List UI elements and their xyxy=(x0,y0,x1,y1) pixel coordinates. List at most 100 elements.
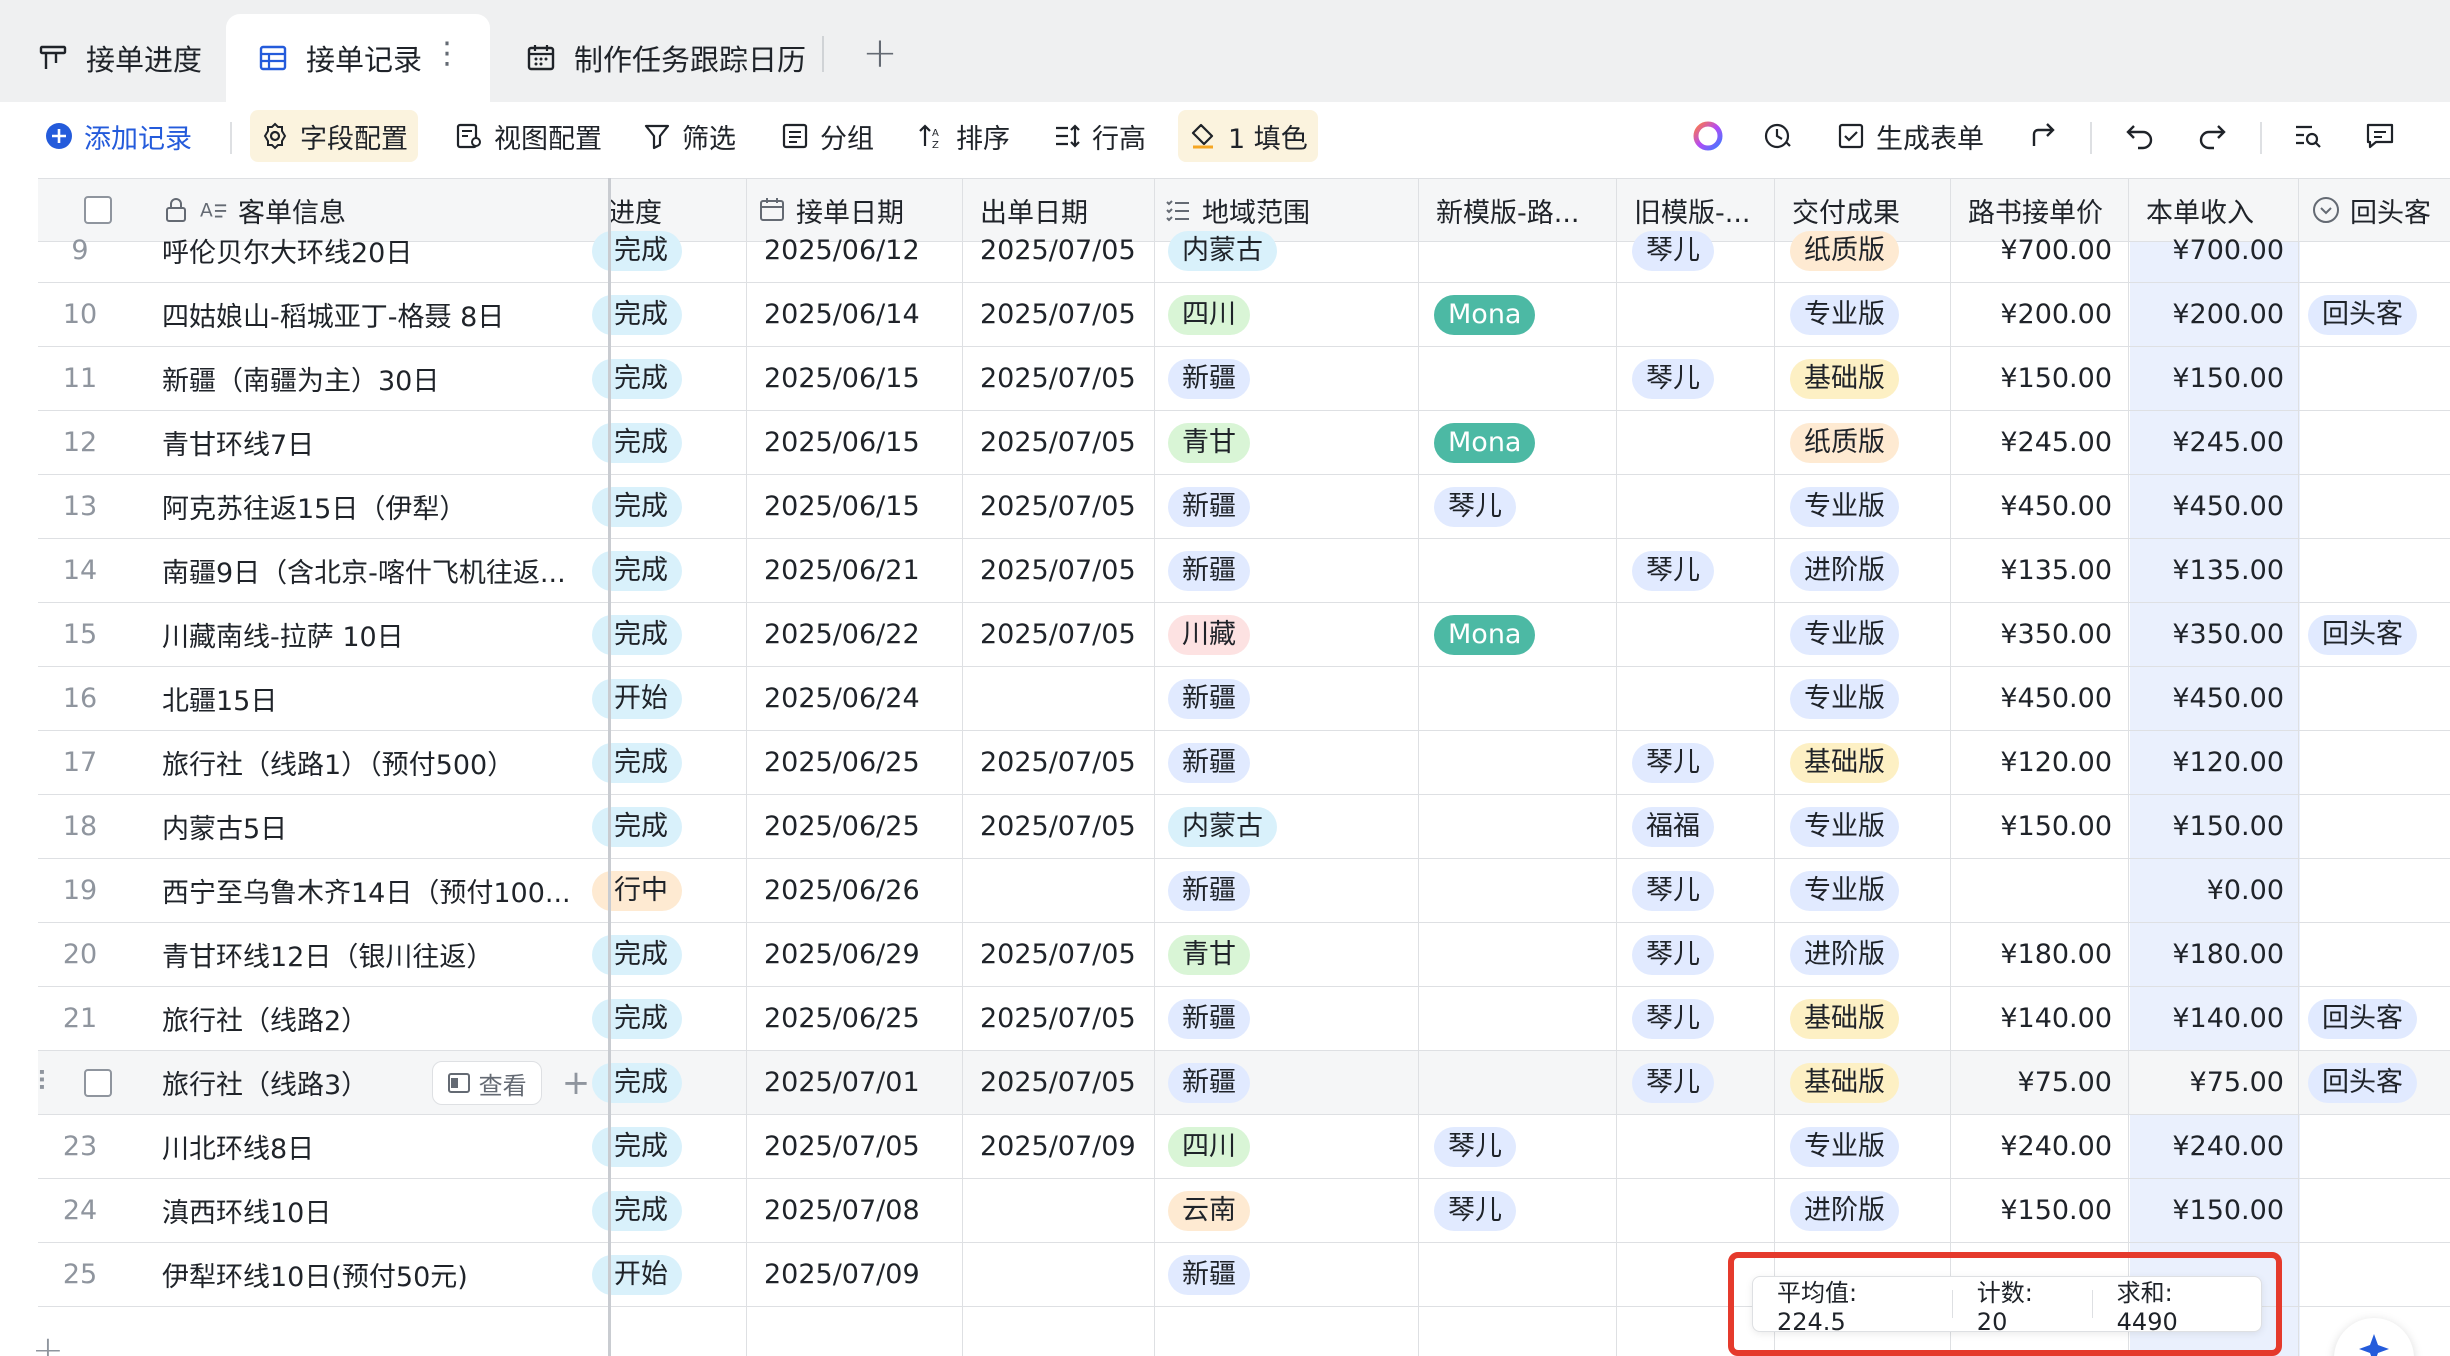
cell-region[interactable]: 新疆 xyxy=(1168,475,1250,538)
cell-unit-price[interactable]: ¥180.00 xyxy=(1950,923,2112,986)
cell-unit-price[interactable]: ¥240.00 xyxy=(1950,1115,2112,1178)
cell-order-date[interactable]: 2025/07/08 xyxy=(764,1179,920,1242)
cell-unit-price[interactable]: ¥135.00 xyxy=(1950,539,2112,602)
cell-region[interactable]: 云南 xyxy=(1168,1179,1250,1242)
cell-ship-date[interactable]: 2025/07/05 xyxy=(980,347,1136,410)
cell-region[interactable]: 新疆 xyxy=(1168,1051,1250,1114)
table-row[interactable]: 18 内蒙古5日 完成 2025/06/25 2025/07/05 内蒙古 福福 专业版 ¥15… xyxy=(38,795,2450,859)
cell-old-template[interactable]: 琴儿 xyxy=(1632,859,1714,922)
cell-customer[interactable]: 川藏南线-拉萨 10日 xyxy=(162,603,612,666)
cell-deliverable[interactable]: 基础版 xyxy=(1790,1051,1899,1114)
cell-unit-price[interactable]: ¥150.00 xyxy=(1950,347,2112,410)
cell-customer[interactable]: 呼伦贝尔大环线20日 xyxy=(162,219,612,282)
cell-unit-price[interactable]: ¥140.00 xyxy=(1950,987,2112,1050)
cell-customer[interactable]: 旅行社（线路3） xyxy=(162,1051,612,1114)
search-records-icon[interactable] xyxy=(2286,114,2330,158)
cell-ship-date[interactable]: 2025/07/09 xyxy=(980,1115,1136,1178)
cell-unit-price[interactable]: ¥150.00 xyxy=(1950,1179,2112,1242)
cell-old-template[interactable]: 琴儿 xyxy=(1632,347,1714,410)
table-row[interactable]: ⠿ 旅行社（线路3） 查看 +完成 2025/07/01 2025/07/05 新疆 琴儿 基… xyxy=(38,1051,2450,1115)
cell-ship-date[interactable]: 2025/07/05 xyxy=(980,1051,1136,1114)
cell-customer[interactable]: 旅行社（线路1）（预付500） xyxy=(162,731,612,794)
comment-icon[interactable] xyxy=(2358,114,2402,158)
cell-old-template[interactable]: 琴儿 xyxy=(1632,1051,1714,1114)
cell-progress[interactable]: 完成 xyxy=(592,1179,744,1242)
cell-old-template[interactable]: 琴儿 xyxy=(1632,539,1714,602)
cell-unit-price[interactable]: ¥450.00 xyxy=(1950,475,2112,538)
view-record-button[interactable]: 查看 xyxy=(432,1061,542,1105)
cell-deliverable[interactable]: 专业版 xyxy=(1790,475,1899,538)
cell-ship-date[interactable]: 2025/07/05 xyxy=(980,475,1136,538)
cell-order-date[interactable]: 2025/06/14 xyxy=(764,283,920,346)
cell-unit-price[interactable]: ¥245.00 xyxy=(1950,411,2112,474)
cell-deliverable[interactable]: 进阶版 xyxy=(1790,923,1899,986)
cell-customer[interactable]: 青甘环线12日（银川往返） xyxy=(162,923,612,986)
row-checkbox[interactable] xyxy=(84,1051,112,1114)
cell-progress[interactable]: 完成 xyxy=(592,411,744,474)
cell-customer[interactable]: 滇西环线10日 xyxy=(162,1179,612,1242)
cell-returning[interactable]: 回头客 xyxy=(2308,603,2417,666)
cell-order-date[interactable]: 2025/06/24 xyxy=(764,667,920,730)
table-row[interactable]: 20 青甘环线12日（银川往返） 完成 2025/06/29 2025/07/05 青甘 琴… xyxy=(38,923,2450,987)
cell-income[interactable]: ¥245.00 xyxy=(2128,411,2284,474)
cell-income[interactable]: ¥240.00 xyxy=(2128,1115,2284,1178)
cell-ship-date[interactable]: 2025/07/05 xyxy=(980,987,1136,1050)
cell-progress[interactable]: 完成 xyxy=(592,219,744,282)
cell-ship-date[interactable]: 2025/07/05 xyxy=(980,795,1136,858)
cell-deliverable[interactable]: 进阶版 xyxy=(1790,539,1899,602)
filter-button[interactable]: 筛选 xyxy=(632,110,746,162)
cell-progress[interactable]: 开始 xyxy=(592,1243,744,1306)
cell-order-date[interactable]: 2025/06/26 xyxy=(764,859,920,922)
cell-progress[interactable]: 完成 xyxy=(592,923,744,986)
cell-order-date[interactable]: 2025/06/25 xyxy=(764,731,920,794)
cell-customer[interactable]: 川北环线8日 xyxy=(162,1115,612,1178)
table-row[interactable]: 10 四姑娘山-稻城亚丁-格聂 8日 完成 2025/06/14 2025/07/05 四… xyxy=(38,283,2450,347)
cell-order-date[interactable]: 2025/06/15 xyxy=(764,411,920,474)
cell-returning[interactable]: 回头客 xyxy=(2308,283,2417,346)
cell-progress[interactable]: 完成 xyxy=(592,1115,744,1178)
table-row[interactable]: 19 西宁至乌鲁木齐14日（预付100... 行中 2025/06/26 新疆 琴儿 专业版… xyxy=(38,859,2450,923)
tab-calendar[interactable]: 制作任务跟踪日历 xyxy=(506,14,824,102)
cell-order-date[interactable]: 2025/06/15 xyxy=(764,475,920,538)
table-row[interactable]: 13 阿克苏往返15日（伊犁） 完成 2025/06/15 2025/07/05 新疆 琴儿… xyxy=(38,475,2450,539)
cell-order-date[interactable]: 2025/06/25 xyxy=(764,795,920,858)
cell-order-date[interactable]: 2025/06/21 xyxy=(764,539,920,602)
cell-income[interactable]: ¥450.00 xyxy=(2128,475,2284,538)
tab-records[interactable]: 接单记录 ⋮ xyxy=(226,14,490,102)
cell-ship-date[interactable]: 2025/07/05 xyxy=(980,923,1136,986)
cell-income[interactable]: ¥450.00 xyxy=(2128,667,2284,730)
cell-customer[interactable]: 青甘环线7日 xyxy=(162,411,612,474)
cell-ship-date[interactable]: 2025/07/05 xyxy=(980,411,1136,474)
automation-clock-icon[interactable] xyxy=(1756,114,1800,158)
cell-deliverable[interactable]: 专业版 xyxy=(1790,795,1899,858)
cell-region[interactable]: 新疆 xyxy=(1168,731,1250,794)
cell-unit-price[interactable]: ¥700.00 xyxy=(1950,219,2112,282)
cell-ship-date[interactable]: 2025/07/05 xyxy=(980,603,1136,666)
cell-income[interactable]: ¥150.00 xyxy=(2128,1179,2284,1242)
drag-handle-icon[interactable]: ⠿ xyxy=(38,1051,58,1114)
cell-income[interactable]: ¥150.00 xyxy=(2128,347,2284,410)
cell-unit-price[interactable]: ¥450.00 xyxy=(1950,667,2112,730)
table-row[interactable]: 12 青甘环线7日 完成 2025/06/15 2025/07/05 青甘 Mona 纸质版 ¥… xyxy=(38,411,2450,475)
cell-customer[interactable]: 北疆15日 xyxy=(162,667,612,730)
view-config-button[interactable]: 视图配置 xyxy=(444,110,612,162)
cell-ship-date[interactable]: 2025/07/05 xyxy=(980,731,1136,794)
cell-new-template[interactable]: Mona xyxy=(1434,283,1536,346)
cell-income[interactable]: ¥135.00 xyxy=(2128,539,2284,602)
cell-region[interactable]: 新疆 xyxy=(1168,1243,1250,1306)
cell-old-template[interactable]: 琴儿 xyxy=(1632,987,1714,1050)
add-row-icon[interactable]: + xyxy=(32,1328,64,1356)
cell-progress[interactable]: 行中 xyxy=(592,859,744,922)
cell-progress[interactable]: 完成 xyxy=(592,1051,744,1114)
cell-deliverable[interactable]: 专业版 xyxy=(1790,667,1899,730)
redo-icon[interactable] xyxy=(2190,114,2234,158)
cell-deliverable[interactable]: 专业版 xyxy=(1790,859,1899,922)
cell-region[interactable]: 青甘 xyxy=(1168,411,1250,474)
cell-new-template[interactable]: 琴儿 xyxy=(1434,475,1516,538)
cell-customer[interactable]: 伊犁环线10日(预付50元) xyxy=(162,1243,612,1306)
cell-customer[interactable]: 阿克苏往返15日（伊犁） xyxy=(162,475,612,538)
cell-unit-price[interactable]: ¥75.00 xyxy=(1950,1051,2112,1114)
cell-region[interactable]: 新疆 xyxy=(1168,859,1250,922)
cell-new-template[interactable]: Mona xyxy=(1434,603,1536,666)
add-icon[interactable]: + xyxy=(556,1051,596,1114)
